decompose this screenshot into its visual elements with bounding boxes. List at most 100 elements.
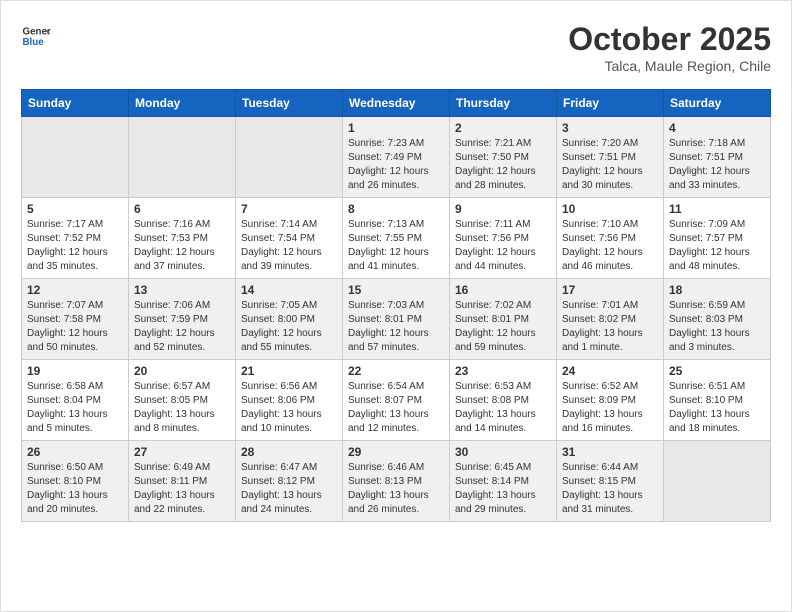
calendar-container: General Blue October 2025 Talca, Maule R… — [0, 0, 792, 612]
calendar-cell: 24 Sunrise: 6:52 AM Sunset: 8:09 PM Dayli… — [557, 360, 664, 441]
day-info: Sunrise: 6:56 AM Sunset: 8:06 PM Dayligh… — [241, 380, 337, 436]
day-number: 26 — [27, 445, 123, 459]
calendar-cell: 18Sunrise: 6:59 AM Sunset: 8:03 PM Dayli… — [664, 279, 771, 360]
day-info: Sunrise: 6:53 AM Sunset: 8:08 PM Dayligh… — [455, 380, 551, 436]
day-number: 6 — [134, 202, 230, 216]
calendar-cell: 25 Sunrise: 6:51 AM Sunset: 8:10 PM Dayli… — [664, 360, 771, 441]
calendar-week-row: 19Sunrise: 6:58 AM Sunset: 8:04 PM Dayli… — [22, 360, 771, 441]
day-info: Sunrise: 6:45 AM Sunset: 8:14 PM Dayligh… — [455, 461, 551, 517]
calendar-cell: 14 Sunrise: 7:05 AM Sunset: 8:00 PM Dayli… — [236, 279, 343, 360]
logo-icon: General Blue — [21, 21, 51, 51]
calendar-cell: 12 Sunrise: 7:07 AM Sunset: 7:58 PM Dayli… — [22, 279, 129, 360]
calendar-cell: 21 Sunrise: 6:56 AM Sunset: 8:06 PM Dayli… — [236, 360, 343, 441]
weekday-header-saturday: Saturday — [664, 90, 771, 117]
day-info: Sunrise: 7:05 AM Sunset: 8:00 PM Dayligh… — [241, 299, 337, 355]
weekday-header-wednesday: Wednesday — [343, 90, 450, 117]
day-number: 21 — [241, 364, 337, 378]
calendar-cell: 26 Sunrise: 6:50 AM Sunset: 8:10 PM Dayli… — [22, 441, 129, 522]
day-info: Sunrise: 6:59 AM Sunset: 8:03 PM Dayligh… — [669, 299, 765, 355]
calendar-cell: 1 Sunrise: 7:23 AM Sunset: 7:49 PM Daylig… — [343, 117, 450, 198]
calendar-cell: 16 Sunrise: 7:02 AM Sunset: 8:01 PM Dayli… — [450, 279, 557, 360]
calendar-cell: 20 Sunrise: 6:57 AM Sunset: 8:05 PM Dayli… — [129, 360, 236, 441]
day-number: 20 — [134, 364, 230, 378]
day-number: 1 — [348, 121, 444, 135]
month-title: October 2025 — [568, 21, 771, 58]
calendar-header: General Blue October 2025 Talca, Maule R… — [21, 21, 771, 74]
calendar-cell: 17Sunrise: 7:01 AM Sunset: 8:02 PM Dayli… — [557, 279, 664, 360]
calendar-cell: 19Sunrise: 6:58 AM Sunset: 8:04 PM Dayli… — [22, 360, 129, 441]
day-info: Sunrise: 7:21 AM Sunset: 7:50 PM Dayligh… — [455, 137, 551, 193]
day-number: 24 — [562, 364, 658, 378]
calendar-week-row: 26 Sunrise: 6:50 AM Sunset: 8:10 PM Dayli… — [22, 441, 771, 522]
day-info: Sunrise: 7:03 AM Sunset: 8:01 PM Dayligh… — [348, 299, 444, 355]
day-info: Sunrise: 6:47 AM Sunset: 8:12 PM Dayligh… — [241, 461, 337, 517]
calendar-cell: 4 Sunrise: 7:18 AM Sunset: 7:51 PM Daylig… — [664, 117, 771, 198]
day-info: Sunrise: 6:44 AM Sunset: 8:15 PM Dayligh… — [562, 461, 658, 517]
day-info: Sunrise: 6:46 AM Sunset: 8:13 PM Dayligh… — [348, 461, 444, 517]
day-number: 2 — [455, 121, 551, 135]
calendar-table: SundayMondayTuesdayWednesdayThursdayFrid… — [21, 89, 771, 522]
calendar-cell: 15 Sunrise: 7:03 AM Sunset: 8:01 PM Dayli… — [343, 279, 450, 360]
day-number: 10 — [562, 202, 658, 216]
calendar-week-row: 1 Sunrise: 7:23 AM Sunset: 7:49 PM Daylig… — [22, 117, 771, 198]
calendar-cell — [129, 117, 236, 198]
day-number: 16 — [455, 283, 551, 297]
day-info: Sunrise: 7:16 AM Sunset: 7:53 PM Dayligh… — [134, 218, 230, 274]
day-info: Sunrise: 6:54 AM Sunset: 8:07 PM Dayligh… — [348, 380, 444, 436]
day-info: Sunrise: 7:09 AM Sunset: 7:57 PM Dayligh… — [669, 218, 765, 274]
calendar-cell — [664, 441, 771, 522]
day-info: Sunrise: 6:58 AM Sunset: 8:04 PM Dayligh… — [27, 380, 123, 436]
day-number: 22 — [348, 364, 444, 378]
day-number: 12 — [27, 283, 123, 297]
day-info: Sunrise: 7:20 AM Sunset: 7:51 PM Dayligh… — [562, 137, 658, 193]
day-number: 15 — [348, 283, 444, 297]
calendar-cell: 2 Sunrise: 7:21 AM Sunset: 7:50 PM Daylig… — [450, 117, 557, 198]
calendar-cell: 31 Sunrise: 6:44 AM Sunset: 8:15 PM Dayli… — [557, 441, 664, 522]
day-number: 31 — [562, 445, 658, 459]
day-info: Sunrise: 7:06 AM Sunset: 7:59 PM Dayligh… — [134, 299, 230, 355]
weekday-header-thursday: Thursday — [450, 90, 557, 117]
calendar-cell: 6 Sunrise: 7:16 AM Sunset: 7:53 PM Daylig… — [129, 198, 236, 279]
weekday-header-sunday: Sunday — [22, 90, 129, 117]
day-number: 30 — [455, 445, 551, 459]
day-number: 27 — [134, 445, 230, 459]
day-info: Sunrise: 7:18 AM Sunset: 7:51 PM Dayligh… — [669, 137, 765, 193]
day-info: Sunrise: 6:57 AM Sunset: 8:05 PM Dayligh… — [134, 380, 230, 436]
day-number: 9 — [455, 202, 551, 216]
calendar-cell: 27 Sunrise: 6:49 AM Sunset: 8:11 PM Dayli… — [129, 441, 236, 522]
day-number: 14 — [241, 283, 337, 297]
title-section: October 2025 Talca, Maule Region, Chile — [568, 21, 771, 74]
weekday-header-row: SundayMondayTuesdayWednesdayThursdayFrid… — [22, 90, 771, 117]
day-number: 8 — [348, 202, 444, 216]
day-info: Sunrise: 7:13 AM Sunset: 7:55 PM Dayligh… — [348, 218, 444, 274]
day-info: Sunrise: 7:07 AM Sunset: 7:58 PM Dayligh… — [27, 299, 123, 355]
day-number: 7 — [241, 202, 337, 216]
calendar-cell: 22 Sunrise: 6:54 AM Sunset: 8:07 PM Dayli… — [343, 360, 450, 441]
day-info: Sunrise: 6:50 AM Sunset: 8:10 PM Dayligh… — [27, 461, 123, 517]
calendar-cell: 11 Sunrise: 7:09 AM Sunset: 7:57 PM Dayli… — [664, 198, 771, 279]
day-number: 23 — [455, 364, 551, 378]
calendar-cell — [22, 117, 129, 198]
calendar-cell: 5 Sunrise: 7:17 AM Sunset: 7:52 PM Daylig… — [22, 198, 129, 279]
day-number: 29 — [348, 445, 444, 459]
day-number: 25 — [669, 364, 765, 378]
day-number: 11 — [669, 202, 765, 216]
day-number: 3 — [562, 121, 658, 135]
calendar-cell: 3 Sunrise: 7:20 AM Sunset: 7:51 PM Daylig… — [557, 117, 664, 198]
day-number: 5 — [27, 202, 123, 216]
day-info: Sunrise: 7:02 AM Sunset: 8:01 PM Dayligh… — [455, 299, 551, 355]
day-info: Sunrise: 6:51 AM Sunset: 8:10 PM Dayligh… — [669, 380, 765, 436]
calendar-cell: 29 Sunrise: 6:46 AM Sunset: 8:13 PM Dayli… — [343, 441, 450, 522]
day-info: Sunrise: 7:23 AM Sunset: 7:49 PM Dayligh… — [348, 137, 444, 193]
calendar-cell — [236, 117, 343, 198]
day-info: Sunrise: 7:10 AM Sunset: 7:56 PM Dayligh… — [562, 218, 658, 274]
day-info: Sunrise: 7:17 AM Sunset: 7:52 PM Dayligh… — [27, 218, 123, 274]
day-info: Sunrise: 7:14 AM Sunset: 7:54 PM Dayligh… — [241, 218, 337, 274]
day-info: Sunrise: 6:52 AM Sunset: 8:09 PM Dayligh… — [562, 380, 658, 436]
day-number: 4 — [669, 121, 765, 135]
calendar-cell: 7 Sunrise: 7:14 AM Sunset: 7:54 PM Daylig… — [236, 198, 343, 279]
day-info: Sunrise: 6:49 AM Sunset: 8:11 PM Dayligh… — [134, 461, 230, 517]
calendar-cell: 8 Sunrise: 7:13 AM Sunset: 7:55 PM Daylig… — [343, 198, 450, 279]
weekday-header-friday: Friday — [557, 90, 664, 117]
day-info: Sunrise: 7:01 AM Sunset: 8:02 PM Dayligh… — [562, 299, 658, 355]
